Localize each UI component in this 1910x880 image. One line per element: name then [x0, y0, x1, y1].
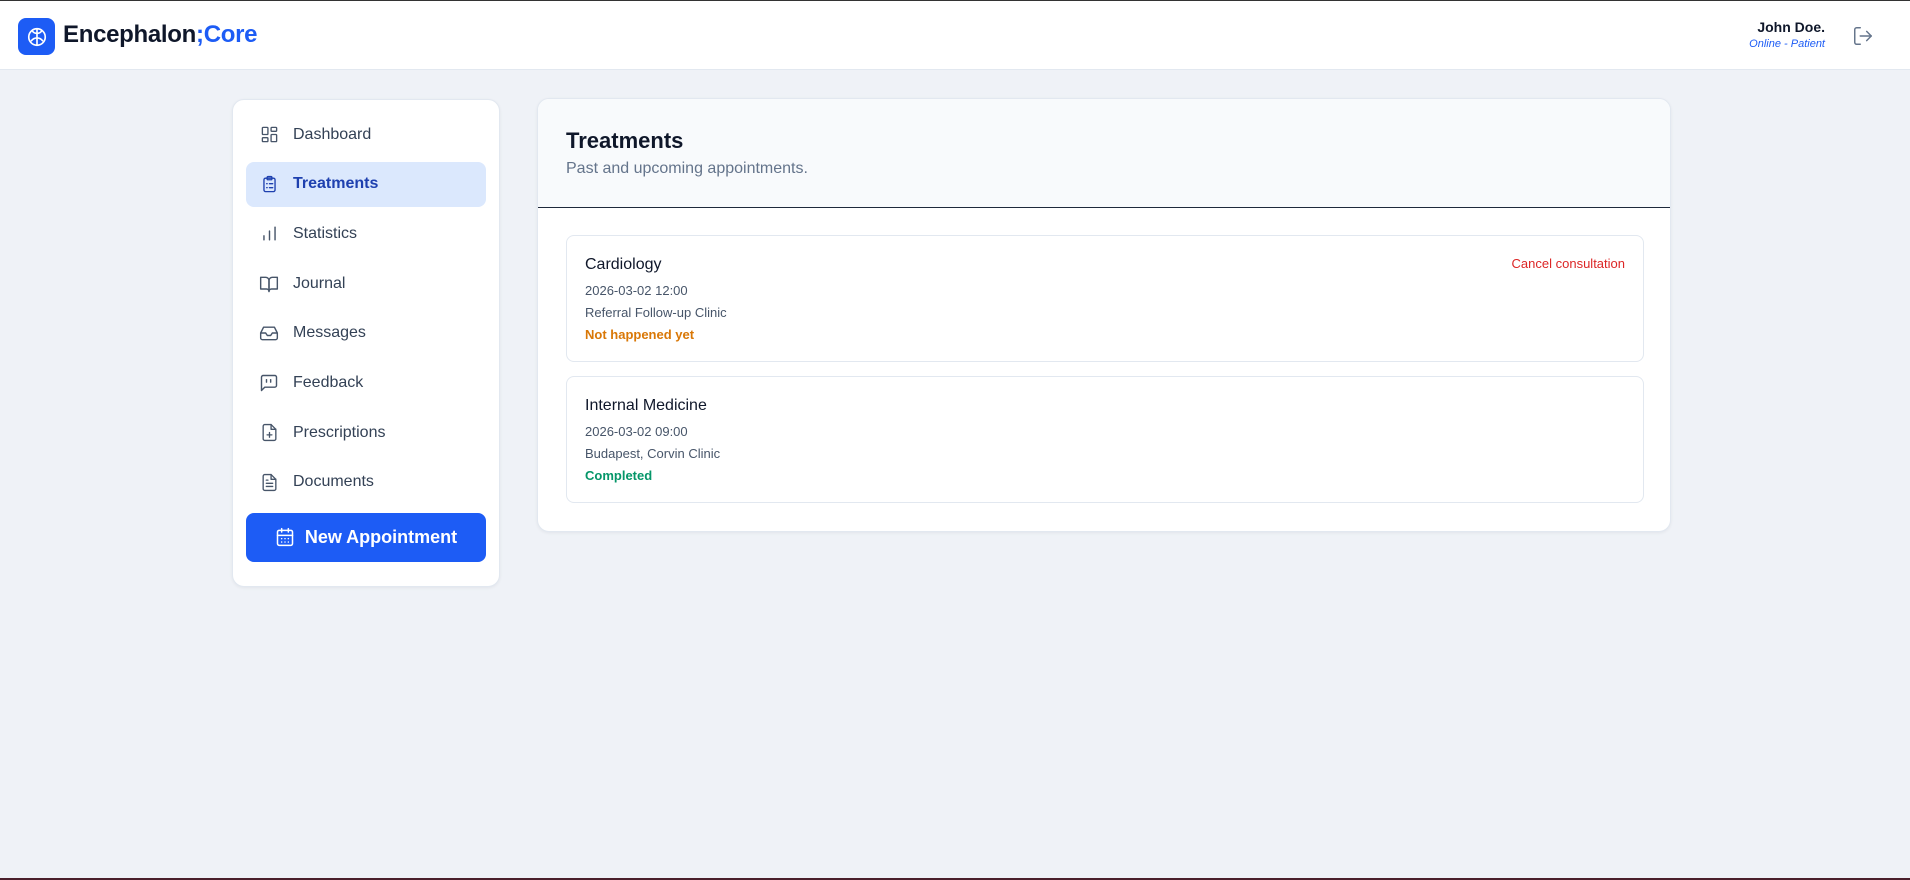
brand-name: Encephalon: [63, 21, 197, 48]
sidebar-item-label: Messages: [293, 324, 366, 342]
page-title: Treatments: [566, 128, 684, 153]
cancel-consultation-button[interactable]: Cancel consultation: [1512, 256, 1625, 271]
new-appointment-label: New Appointment: [304, 526, 458, 547]
sidebar-item-label: Prescriptions: [293, 423, 386, 441]
appointment-title: Internal Medicine: [585, 397, 707, 414]
sidebar: Dashboard Treatments Statistics Journal …: [232, 99, 500, 587]
sidebar-item-label: Treatments: [293, 175, 379, 193]
sidebar-item-treatments[interactable]: Treatments: [246, 161, 486, 207]
file-text-icon: [259, 472, 279, 492]
sidebar-item-label: Feedback: [293, 373, 364, 391]
dashboard-icon: [259, 125, 279, 145]
appointment-card[interactable]: Internal Medicine 2026-03-02 09:00 Budap…: [566, 376, 1644, 503]
panel-header: Treatments Past and upcoming appointment…: [538, 99, 1670, 208]
appointment-status: Completed: [585, 468, 653, 483]
logout-icon: [1854, 27, 1872, 45]
sidebar-item-journal[interactable]: Journal: [246, 261, 486, 306]
brain-icon[interactable]: [18, 18, 55, 55]
sidebar-item-documents[interactable]: Documents: [246, 460, 486, 505]
appointment-title: Cardiology: [585, 256, 662, 273]
book-open-icon: [259, 274, 279, 294]
user-name: John Doe.: [1757, 19, 1825, 35]
message-quote-icon: [259, 373, 279, 393]
sidebar-item-label: Statistics: [293, 224, 358, 242]
file-plus-icon: [259, 423, 279, 443]
sidebar-item-feedback[interactable]: Feedback: [246, 360, 486, 405]
brand-accent: ;Core: [196, 21, 258, 48]
bar-chart-icon: [259, 224, 279, 244]
sidebar-item-messages[interactable]: Messages: [246, 311, 486, 356]
logout-button[interactable]: [1851, 24, 1875, 48]
new-appointment-button[interactable]: New Appointment: [246, 512, 486, 562]
treatments-panel: Treatments Past and upcoming appointment…: [537, 98, 1671, 532]
appointment-status: Not happened yet: [585, 327, 695, 342]
appointment-location: Referral Follow-up Clinic: [585, 305, 727, 320]
user-info: John Doe. Online - Patient: [1749, 19, 1825, 50]
clipboard-list-icon: [259, 174, 279, 194]
appointment-datetime: 2026-03-02 09:00: [585, 424, 688, 439]
sidebar-item-statistics[interactable]: Statistics: [246, 211, 486, 256]
top-bar: Encephalon;Core John Doe. Online - Patie…: [0, 1, 1910, 70]
app-brand[interactable]: Encephalon;Core: [63, 21, 258, 49]
sidebar-item-dashboard[interactable]: Dashboard: [246, 112, 486, 157]
calendar-icon: [275, 527, 295, 547]
inbox-icon: [259, 323, 279, 343]
appointment-location: Budapest, Corvin Clinic: [585, 446, 721, 461]
page-subtitle: Past and upcoming appointments.: [566, 160, 808, 177]
sidebar-item-label: Journal: [293, 274, 346, 292]
appointment-card[interactable]: Cardiology 2026-03-02 12:00 Referral Fol…: [566, 235, 1644, 362]
sidebar-item-label: Dashboard: [293, 125, 372, 143]
sidebar-item-prescriptions[interactable]: Prescriptions: [246, 410, 486, 455]
sidebar-item-label: Documents: [293, 473, 374, 491]
user-status: Online - Patient: [1749, 38, 1825, 50]
appointment-datetime: 2026-03-02 12:00: [585, 283, 688, 298]
